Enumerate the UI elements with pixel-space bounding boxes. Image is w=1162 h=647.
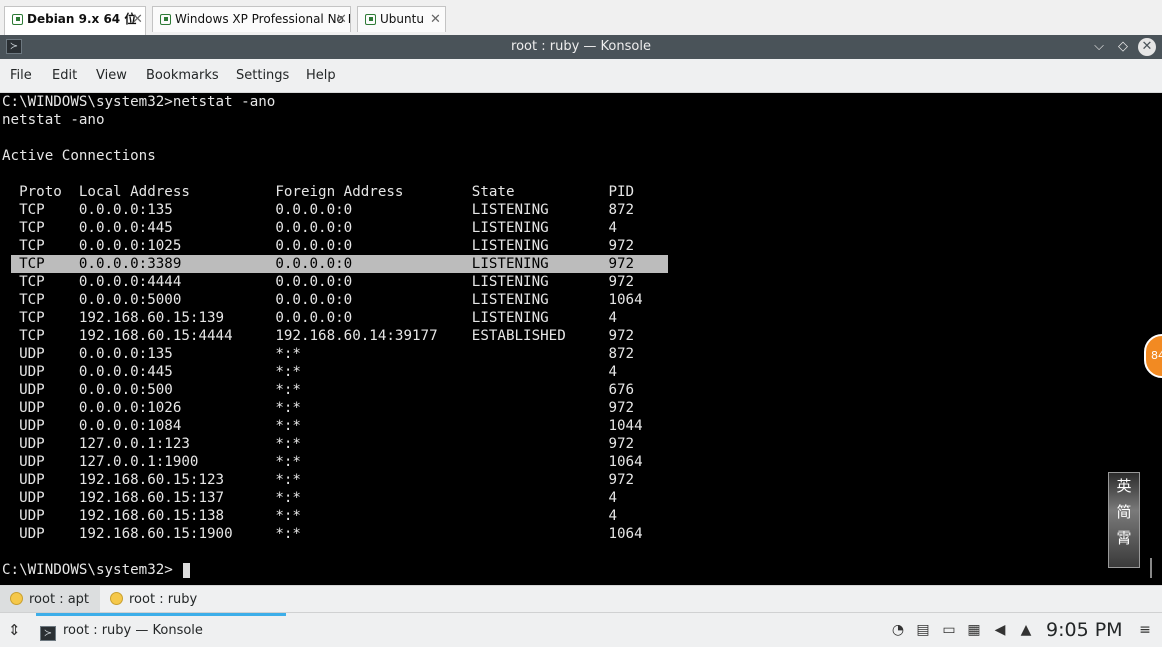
terminal-line: TCP 0.0.0.0:135 0.0.0.0:0 LISTENING 872 bbox=[2, 202, 635, 218]
minimize-icon[interactable]: ⌵ bbox=[1090, 38, 1108, 56]
terminal-line: TCP 0.0.0.0:1025 0.0.0.0:0 LISTENING 972 bbox=[2, 238, 635, 254]
terminal-line: TCP 192.168.60.15:139 0.0.0.0:0 LISTENIN… bbox=[2, 310, 617, 326]
usb-icon[interactable]: ▤ bbox=[915, 620, 931, 640]
terminal-line: UDP 0.0.0.0:1084 *:* 1044 bbox=[2, 418, 643, 434]
terminal-line: UDP 127.0.0.1:1900 *:* 1064 bbox=[2, 454, 643, 470]
menu-file[interactable]: File bbox=[10, 59, 32, 93]
taskbar: ⇕ ≻ root : ruby — Konsole ◔ ▤ ▭ ▦ ◀ ▲ 9:0… bbox=[0, 612, 1162, 647]
terminal-line: UDP 127.0.0.1:123 *:* 972 bbox=[2, 436, 635, 452]
vm-icon bbox=[12, 14, 23, 25]
terminal-prompt: C:\WINDOWS\system32> bbox=[2, 562, 173, 578]
terminal-line: UDP 192.168.60.15:138 *:* 4 bbox=[2, 508, 617, 524]
menu-bookmarks[interactable]: Bookmarks bbox=[146, 59, 219, 93]
smiley-icon bbox=[110, 592, 123, 605]
terminal-output[interactable]: C:\WINDOWS\system32>netstat -ano netstat… bbox=[0, 93, 1160, 584]
expand-up-icon[interactable]: ▲ bbox=[1018, 620, 1034, 640]
terminal-line: UDP 192.168.60.15:123 *:* 972 bbox=[2, 472, 635, 488]
network-icon[interactable]: ▭ bbox=[940, 620, 958, 640]
vm-icon bbox=[160, 14, 171, 25]
vm-icon bbox=[365, 14, 376, 25]
vm-tab-strip: Debian 9.x 64 位 ✕ Windows XP Professiona… bbox=[0, 0, 1162, 36]
close-icon[interactable]: ✕ bbox=[430, 7, 441, 32]
window-titlebar[interactable]: ≻ root : ruby — Konsole ⌵ ◇ ✕ bbox=[0, 35, 1162, 59]
window-title: root : ruby — Konsole bbox=[511, 39, 651, 54]
session-tab-ruby[interactable]: root : ruby bbox=[100, 586, 210, 613]
menu-help[interactable]: Help bbox=[306, 59, 336, 93]
seal-widget[interactable]: 英 简 霄 bbox=[1108, 472, 1140, 568]
vm-tab-label: Debian 9.x 64 位 bbox=[27, 12, 137, 26]
task-progress-bar bbox=[36, 613, 286, 616]
session-tab-apt[interactable]: root : apt bbox=[0, 586, 100, 613]
session-tab-bar: root : apt root : ruby bbox=[0, 585, 1162, 613]
terminal-line: UDP 192.168.60.15:1900 *:* 1064 bbox=[2, 526, 643, 542]
vm-tab-label: Ubuntu bbox=[380, 12, 424, 26]
terminal-line: UDP 0.0.0.0:445 *:* 4 bbox=[2, 364, 617, 380]
menu-icon[interactable]: ≡ bbox=[1137, 620, 1153, 640]
text-cursor bbox=[183, 563, 190, 578]
terminal-line: TCP 0.0.0.0:5000 0.0.0.0:0 LISTENING 106… bbox=[2, 292, 643, 308]
vm-tab-label: Windows XP Professional No P… bbox=[175, 12, 351, 26]
close-icon[interactable]: ✕ bbox=[132, 7, 143, 32]
terminal-scrollbar[interactable] bbox=[1150, 558, 1152, 578]
vm-tab-debian[interactable]: Debian 9.x 64 位 ✕ bbox=[4, 6, 146, 36]
menu-view[interactable]: View bbox=[96, 59, 127, 93]
clipboard-icon[interactable]: ▦ bbox=[966, 620, 982, 640]
keep-above-icon[interactable]: ◇ bbox=[1114, 38, 1132, 56]
volume-icon[interactable]: ◀ bbox=[991, 620, 1009, 640]
taskbar-task-konsole[interactable]: ≻ root : ruby — Konsole bbox=[40, 621, 203, 641]
konsole-task-icon: ≻ bbox=[40, 626, 56, 641]
vm-tab-windows-xp[interactable]: Windows XP Professional No P… ✕ bbox=[152, 6, 351, 32]
terminal-line: Proto Local Address Foreign Address Stat… bbox=[2, 184, 635, 200]
clock[interactable]: 9:05 PM bbox=[1046, 618, 1123, 642]
terminal-line-selected: TCP 0.0.0.0:3389 0.0.0.0:0 LISTENING 972 bbox=[2, 256, 635, 272]
terminal-line: UDP 0.0.0.0:1026 *:* 972 bbox=[2, 400, 635, 416]
menu-bar: File Edit View Bookmarks Settings Help bbox=[0, 59, 1162, 93]
launcher-icon[interactable]: ⇕ bbox=[8, 621, 21, 639]
terminal-line: TCP 0.0.0.0:4444 0.0.0.0:0 LISTENING 972 bbox=[2, 274, 635, 290]
menu-edit[interactable]: Edit bbox=[52, 59, 77, 93]
close-icon[interactable]: ✕ bbox=[336, 7, 347, 32]
terminal-line: UDP 0.0.0.0:500 *:* 676 bbox=[2, 382, 635, 398]
vm-tab-ubuntu[interactable]: Ubuntu ✕ bbox=[357, 6, 446, 32]
terminal-line: UDP 0.0.0.0:135 *:* 872 bbox=[2, 346, 635, 362]
session-tab-label: root : ruby bbox=[129, 592, 198, 607]
terminal-line: C:\WINDOWS\system32>netstat -ano bbox=[2, 94, 276, 110]
seal-char: 霄 bbox=[1116, 529, 1132, 547]
session-tab-label: root : apt bbox=[29, 592, 90, 607]
terminal-line: TCP 192.168.60.15:4444 192.168.60.14:391… bbox=[2, 328, 635, 344]
terminal-line: Active Connections bbox=[2, 148, 156, 164]
window-close-icon[interactable]: ✕ bbox=[1138, 38, 1156, 56]
terminal-line: netstat -ano bbox=[2, 112, 105, 128]
taskbar-task-label: root : ruby — Konsole bbox=[63, 623, 203, 638]
terminal-line: UDP 192.168.60.15:137 *:* 4 bbox=[2, 490, 617, 506]
terminal-line: TCP 0.0.0.0:445 0.0.0.0:0 LISTENING 4 bbox=[2, 220, 617, 236]
seal-char: 英 bbox=[1116, 477, 1132, 495]
menu-settings[interactable]: Settings bbox=[236, 59, 289, 93]
seal-char: 简 bbox=[1116, 503, 1132, 521]
update-icon[interactable]: ◔ bbox=[889, 620, 907, 640]
smiley-icon bbox=[10, 592, 23, 605]
